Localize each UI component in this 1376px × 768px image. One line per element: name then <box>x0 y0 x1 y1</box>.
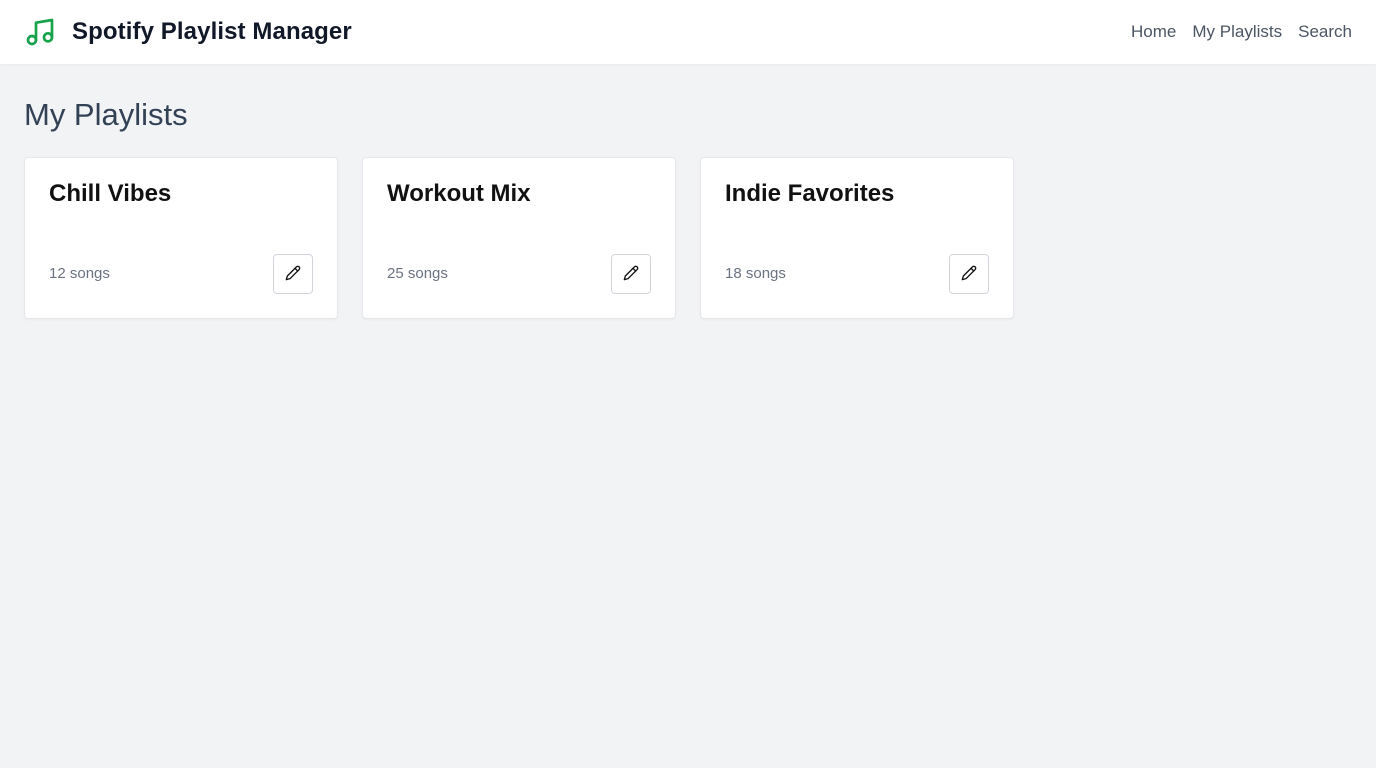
pencil-icon <box>285 265 301 284</box>
playlist-card[interactable]: Chill Vibes 12 songs <box>24 157 338 319</box>
brand[interactable]: Spotify Playlist Manager <box>24 16 352 48</box>
nav-link-home[interactable]: Home <box>1131 22 1176 42</box>
playlist-title: Indie Favorites <box>725 180 895 207</box>
pencil-icon <box>961 265 977 284</box>
main-nav: Home My Playlists Search <box>1115 22 1352 42</box>
playlist-card[interactable]: Indie Favorites 18 songs <box>700 157 1014 319</box>
edit-playlist-button[interactable] <box>611 254 651 294</box>
main-content: My Playlists Chill Vibes 12 songs Workou… <box>24 64 1352 319</box>
edit-playlist-button[interactable] <box>273 254 313 294</box>
song-count: 25 songs <box>387 265 448 282</box>
playlist-card[interactable]: Workout Mix 25 songs <box>362 157 676 319</box>
playlist-grid: Chill Vibes 12 songs Workout Mix 25 song… <box>24 157 1352 319</box>
app-title: Spotify Playlist Manager <box>72 18 352 45</box>
song-count: 18 songs <box>725 265 786 282</box>
page-title: My Playlists <box>24 97 188 132</box>
edit-playlist-button[interactable] <box>949 254 989 294</box>
music-note-icon <box>24 16 56 48</box>
nav-link-search[interactable]: Search <box>1298 22 1352 42</box>
nav-link-my-playlists[interactable]: My Playlists <box>1192 22 1282 42</box>
top-navbar: Spotify Playlist Manager Home My Playlis… <box>0 0 1376 64</box>
playlist-title: Chill Vibes <box>49 180 172 207</box>
song-count: 12 songs <box>49 265 110 282</box>
playlist-title: Workout Mix <box>387 180 531 207</box>
pencil-icon <box>623 265 639 284</box>
